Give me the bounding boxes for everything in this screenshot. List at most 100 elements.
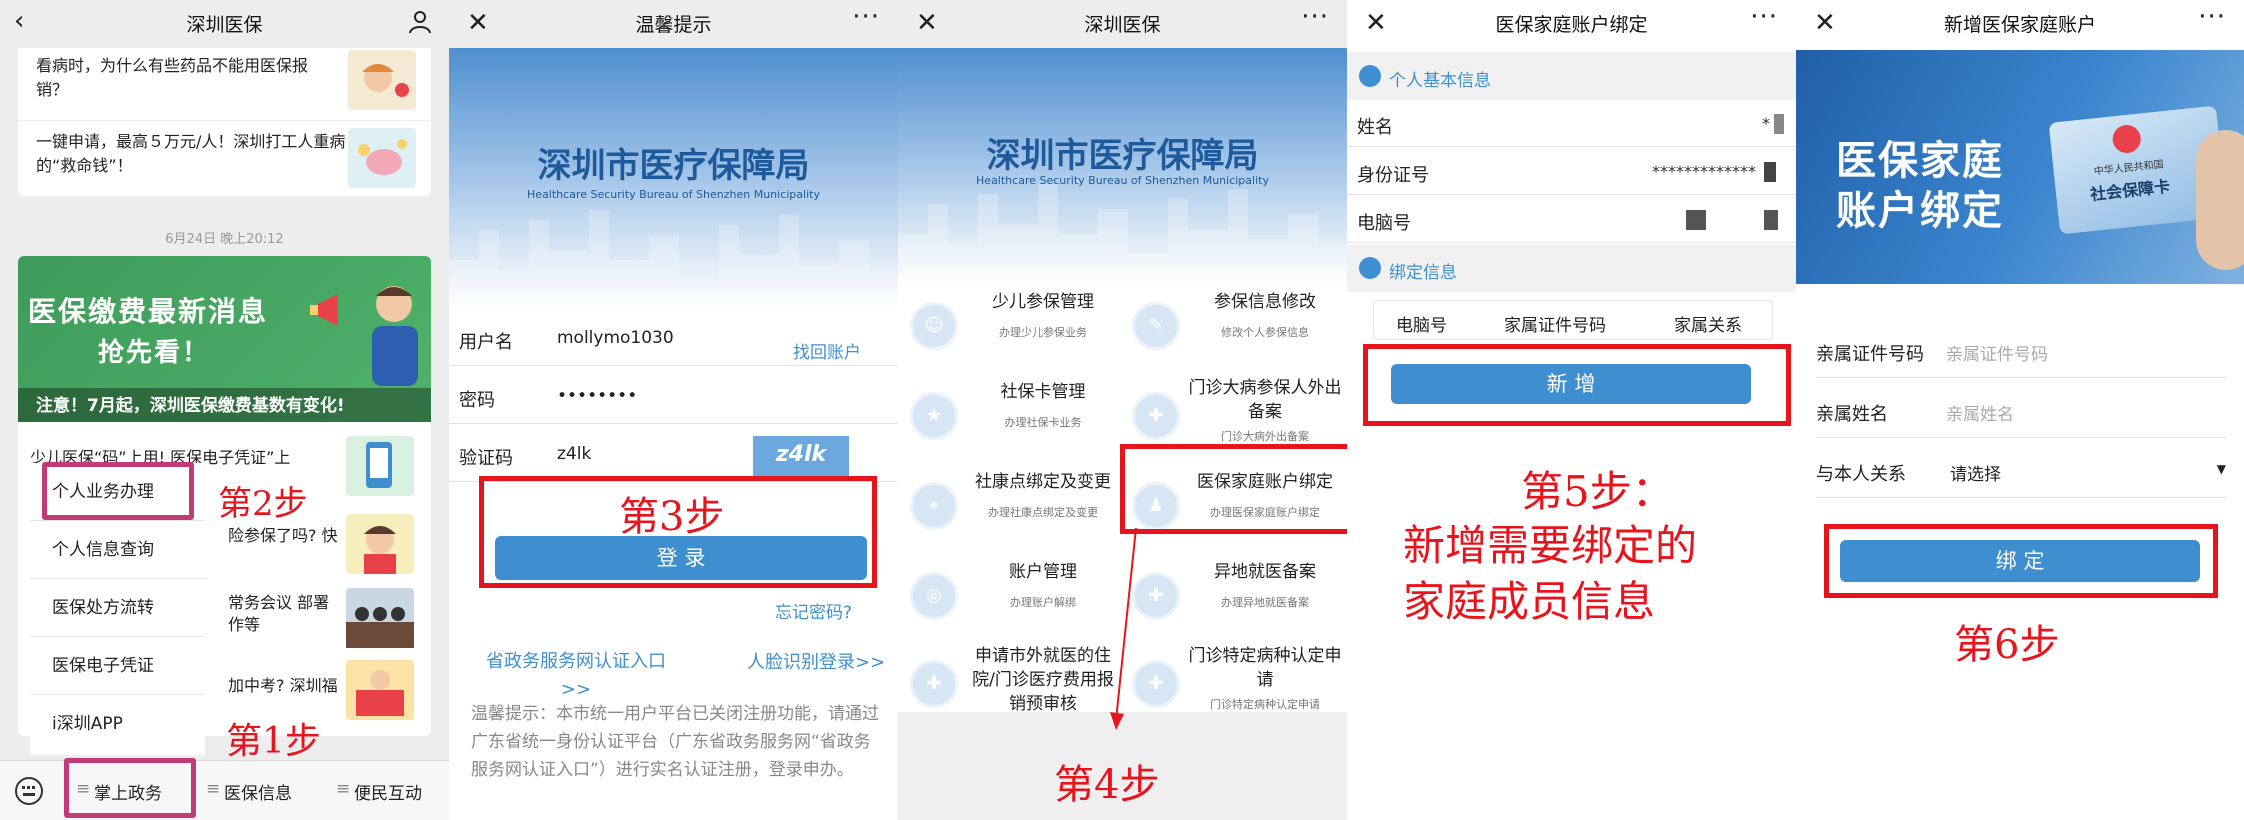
article-title[interactable]: 一键申请，最高５万元/人！深圳打工人重病的“救命钱”！	[36, 130, 346, 178]
captcha-image[interactable]: z4lk	[753, 436, 849, 478]
menu-item-ishenzhen-app[interactable]: i深圳APP	[30, 695, 205, 753]
step5-label: 第5步：	[1521, 467, 1674, 516]
relative-name-label: 亲属姓名	[1816, 404, 1888, 425]
column-header: 家属证件号码	[1504, 316, 1606, 336]
relationship-label: 与本人关系	[1816, 464, 1906, 485]
service-description: 办理异地就医备案	[1221, 596, 1309, 609]
banner-title: 医保缴费最新消息	[28, 295, 269, 328]
menu-item-prescription[interactable]: 医保处方流转	[30, 579, 205, 637]
service-item[interactable]: ✎ 参保信息修改 修改个人参保信息	[1124, 280, 1344, 368]
megaphone-icon	[310, 290, 360, 334]
more-icon[interactable]: ···	[1301, 2, 1329, 32]
page-title: 温馨提示	[635, 14, 712, 36]
tip-text: 温馨提示：本市统一用户平台已关闭注册功能，请通过广东省统一身份认证平台（广东省政…	[471, 704, 879, 780]
step3-label: 第3步	[619, 494, 725, 540]
article-card[interactable]: 看病时，为什么有些药品不能用医保报销？ 一键申请，最高５万元/人！深圳打工人重病…	[18, 48, 431, 196]
page-title: 深圳医保	[1084, 14, 1161, 36]
service-description: 门诊大病外出备案	[1221, 430, 1309, 443]
login-button[interactable]: 登 录	[495, 536, 867, 580]
info-row: 电脑号	[1347, 196, 1796, 243]
name-value: *	[1762, 114, 1770, 133]
service-list-panel: ✕ 深圳医保 ··· 深圳市医疗保障局 Healthcare Security …	[898, 0, 1347, 820]
more-icon[interactable]: ···	[2198, 2, 2226, 32]
emblem-icon	[2111, 123, 2143, 155]
forgot-password-link[interactable]: 忘记密码?	[775, 598, 852, 623]
list-item[interactable]: 常务会议 部署 作等	[228, 592, 343, 636]
article-title[interactable]: 看病时，为什么有些药品不能用医保报销？	[36, 54, 336, 102]
info-row: 姓名 *	[1347, 100, 1796, 147]
org-subtitle: Healthcare Security Bureau of Shenzhen M…	[976, 174, 1269, 187]
keyboard-icon[interactable]	[14, 777, 44, 809]
service-description: 办理社保卡业务	[1004, 416, 1082, 429]
child-icon: ☺	[910, 302, 958, 350]
face-login-link[interactable]: 人脸识别登录>>	[747, 648, 885, 674]
captcha-input[interactable]: z4lk	[557, 444, 591, 464]
wechat-chat-panel: ‹ 深圳医保 看病时，为什么有些药品不能用医保报销？ 一键申请，最高５万元/人！…	[0, 0, 449, 820]
timestamp: 6月24日 晚上20:12	[165, 232, 284, 247]
hand-icon	[2196, 130, 2244, 270]
more-icon[interactable]: ···	[852, 2, 880, 32]
service-name: 社康点绑定及变更	[975, 472, 1111, 492]
org-title: 深圳市医疗保障局	[537, 146, 810, 186]
case-icon: ✚	[1132, 392, 1180, 440]
menu-item-info-query[interactable]: 个人信息查询	[30, 521, 205, 579]
article-thumbnail	[346, 588, 414, 648]
service-item[interactable]: ◎ 账户管理 办理账户解绑	[902, 550, 1122, 638]
family-binding-panel: ✕ 医保家庭账户绑定 ··· 个人基本信息 姓名 * 身份证号 ********…	[1347, 0, 1796, 820]
password-input[interactable]: ••••••••	[557, 386, 637, 406]
service-description: 门诊特定病种认定申请	[1210, 698, 1320, 711]
username-input[interactable]: mollymo1030	[557, 328, 674, 348]
tab-medical-info[interactable]: 医保信息	[224, 779, 292, 804]
news-banner[interactable]: 医保缴费最新消息 抢先看！ 注意！7月起，深圳医保缴费基数有变化!	[18, 256, 431, 422]
info-row: 身份证号 *************	[1347, 148, 1796, 195]
service-name: 账户管理	[1009, 562, 1077, 582]
menu-item-e-voucher[interactable]: 医保电子凭证	[30, 637, 205, 695]
user-icon	[1359, 65, 1381, 87]
service-item[interactable]: ☺ 少儿参保管理 办理少儿参保业务	[902, 280, 1122, 368]
relative-name-input[interactable]: 亲属姓名	[1946, 400, 2014, 425]
pc-number-label: 电脑号	[1357, 213, 1411, 234]
captcha-row: 验证码 z4lk z4lk	[449, 424, 898, 482]
relationship-select[interactable]: 请选择	[1950, 460, 2001, 485]
table-header: 电脑号 家属证件号码 家属关系	[1373, 300, 1773, 340]
skyline-icon	[898, 184, 1347, 284]
step4-label: 第4步	[1054, 762, 1160, 808]
service-name: 参保信息修改	[1214, 292, 1316, 312]
step1-label: 第1步	[226, 721, 321, 762]
captcha-label: 验证码	[459, 448, 513, 469]
step2-label: 第2步	[218, 484, 308, 524]
banner-subtitle: 抢先看！	[98, 338, 211, 368]
top-bar: ✕ 新增医保家庭账户 ···	[1796, 0, 2244, 48]
add-button[interactable]: 新 增	[1391, 364, 1751, 404]
page-title: 新增医保家庭账户	[1943, 14, 2096, 36]
org-subtitle: Healthcare Security Bureau of Shenzhen M…	[527, 188, 820, 201]
tab-convenience[interactable]: 便民互动	[354, 779, 422, 804]
relative-id-label: 亲属证件号码	[1816, 344, 1924, 365]
list-item[interactable]: 加中考? 深圳福	[228, 672, 338, 696]
profile-icon[interactable]	[409, 10, 431, 34]
section-title: 个人基本信息	[1389, 71, 1491, 91]
dropdown-arrow-icon[interactable]: ▼	[2217, 462, 2226, 476]
gov-auth-link[interactable]: 省政务服务网认证入口>>	[471, 648, 681, 704]
column-header: 电脑号	[1396, 316, 1447, 336]
relative-id-input[interactable]: 亲属证件号码	[1946, 340, 2048, 365]
list-item[interactable]: 险参保了吗? 快	[228, 522, 338, 546]
password-row: 密码 ••••••••	[449, 366, 898, 424]
id-label: 身份证号	[1357, 165, 1429, 186]
highlight-box	[42, 462, 194, 520]
step5-description: 家庭成员信息	[1403, 577, 1656, 626]
service-item[interactable]: ★ 社保卡管理 办理社保卡业务	[902, 370, 1122, 458]
more-icon[interactable]: ···	[1750, 2, 1778, 32]
service-item[interactable]: ⌖ 社康点绑定及变更 办理社康点绑定及变更	[902, 460, 1122, 548]
bind-button[interactable]: 绑 定	[1840, 540, 2200, 582]
name-label: 姓名	[1357, 117, 1393, 138]
form-row: 亲属证件号码 亲属证件号码	[1816, 320, 2226, 378]
redacted-block	[1686, 210, 1706, 230]
article-thumbnail	[348, 128, 416, 188]
top-bar: ✕ 深圳医保 ···	[898, 0, 1347, 48]
service-name: 门诊特定病种认定申请	[1188, 646, 1342, 690]
service-item[interactable]: ✚ 异地就医备案 办理异地就医备案	[1124, 550, 1344, 638]
find-account-link[interactable]: 找回账户	[793, 338, 861, 363]
service-description: 修改个人参保信息	[1221, 326, 1309, 339]
skyline-icon	[449, 210, 898, 310]
